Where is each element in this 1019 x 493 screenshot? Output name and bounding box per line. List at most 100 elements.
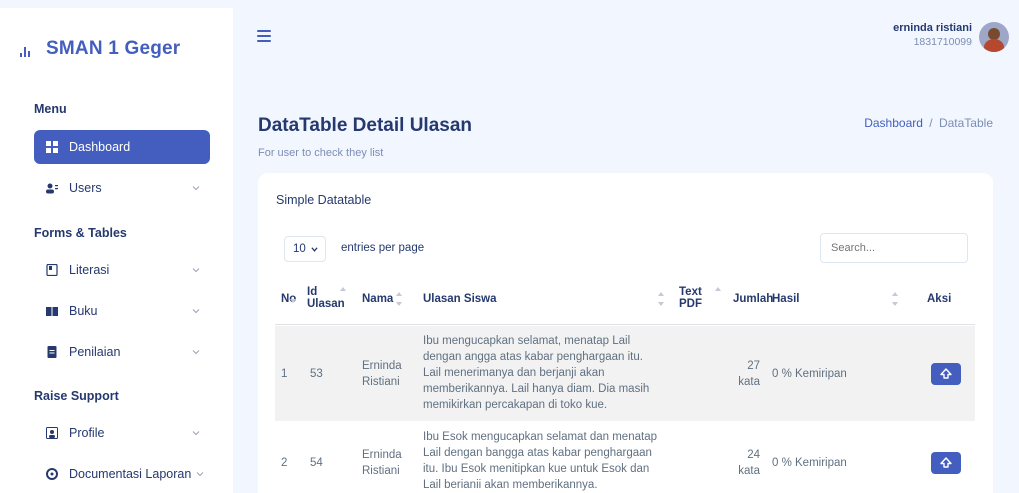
grid-icon [46,141,58,153]
cell-hasil: 0 % Kemiripan [772,368,847,380]
chevron-down-icon [196,467,204,477]
cell-ulasan: Ibu mengucapkan selamat, menatap Lail de… [423,333,683,413]
sidebar-item-label: Literasi [69,263,110,277]
sidebar-item-dashboard[interactable]: Dashboard [34,130,210,164]
header-line: PDF [679,298,702,310]
cell-no: 2 [281,457,288,469]
column-header-nama[interactable]: Nama [362,293,393,305]
book-icon [46,305,58,317]
cell-line: 24 [747,449,760,461]
cell-jumlah: 27 kata [730,358,760,390]
per-page-value: 10 [293,243,306,255]
entries-per-page-select[interactable]: 10 [284,236,326,262]
user-info[interactable]: erninda ristiani 1831710099 [893,22,972,48]
cell-ulasan: Ibu Esok mengucapkan selamat dan menatap… [423,429,683,493]
upload-button[interactable] [931,363,961,385]
breadcrumb-dashboard-link[interactable]: Dashboard [864,116,923,130]
main-content: erninda ristiani 1831710099 DataTable De… [233,8,1019,493]
upload-icon [940,368,952,379]
page-subtitle: For user to check they list [258,147,384,159]
cell-id: 54 [310,457,323,469]
chevron-down-icon [192,263,200,273]
column-header-hasil[interactable]: Hasil [772,293,800,305]
table-header: No Id Ulasan Nama Ulasan Siswa Text PDF … [275,273,975,325]
sidebar-item-label: Documentasi Laporan [69,467,192,481]
sort-icon [396,292,402,306]
file-icon [46,346,58,358]
cell-id: 53 [310,368,323,380]
cell-line: Lail menerimanya dan berjanji akan [423,367,605,379]
table-row: 2 54 Erninda Ristiani Ibu Esok mengucapk… [275,421,975,493]
cell-line: kata [738,465,760,477]
cell-line: memikirkan percakapan di toko kue. [423,399,608,411]
cell-nama: Erninda Ristiani [362,358,402,390]
sidebar-item-label: Users [69,181,102,195]
header-line: Id [307,286,318,298]
forms-section-title: Forms & Tables [34,226,127,240]
chevron-down-icon [192,304,200,314]
gear-icon [46,468,58,480]
chevron-down-icon [192,345,200,355]
upload-button[interactable] [931,452,961,474]
table-row: 1 53 Erninda Ristiani Ibu mengucapkan se… [275,326,975,421]
sidebar-item-documentasi-laporan[interactable]: Documentasi Laporan [34,457,210,491]
sidebar-item-literasi[interactable]: Literasi [34,253,210,287]
sort-icon [658,292,664,306]
column-header-ulasan-siswa[interactable]: Ulasan Siswa [423,293,497,305]
sidebar-item-label: Dashboard [69,140,131,154]
menu-section-title: Menu [34,102,67,116]
cell-line: 27 [747,360,760,372]
cell-line: Ristiani [362,376,400,388]
book-open-icon [46,263,58,277]
bar-chart-icon [20,47,32,57]
sort-icon [715,287,721,301]
sidebar-item-label: Penilaian [69,345,121,359]
brand-name: SMAN 1 Geger [46,38,181,59]
sidebar-item-users[interactable]: Users [34,171,210,205]
sort-icon [340,287,346,301]
cell-line: Lail dengan bangga atas kabar penghargaa… [423,447,652,459]
chevron-down-icon [311,247,318,252]
breadcrumb-current: DataTable [938,116,993,130]
column-header-aksi[interactable]: Aksi [927,293,951,305]
sort-icon [290,289,296,303]
user-id: 1831710099 [913,36,972,48]
sidebar-item-buku[interactable]: Buku [34,294,210,328]
breadcrumb-separator: / [929,116,933,130]
cell-line: kata [738,376,760,388]
search-input[interactable] [820,233,968,263]
user-name: erninda ristiani [893,22,972,34]
upload-icon [940,457,952,468]
cell-line: Erninda [362,360,402,372]
cell-line: Erninda [362,449,402,461]
sort-icon [892,292,898,306]
sidebar-item-label: Profile [69,426,105,440]
sidebar: SMAN 1 Geger Menu Dashboard Users Forms … [0,8,233,493]
column-header-jumlah[interactable]: Jumlah [733,293,773,305]
menu-toggle-icon[interactable] [257,30,271,42]
avatar[interactable] [979,22,1009,52]
cell-jumlah: 24 kata [730,447,760,479]
datatable-card: Simple Datatable 10 entries per page No … [258,173,993,493]
cell-line: dengan angga atas kabar penghargaan itu. [423,351,643,363]
profile-icon [46,427,58,439]
sidebar-item-profile[interactable]: Profile [34,416,210,450]
cell-line: Lail berianii akan memberikannya. [423,479,598,491]
page-title: DataTable Detail Ulasan [258,115,473,136]
brand[interactable]: SMAN 1 Geger [20,38,181,60]
cell-no: 1 [281,368,288,380]
sidebar-item-penilaian[interactable]: Penilaian [34,335,210,369]
users-icon [46,182,58,194]
cell-line: Ibu Esok mengucapkan selamat dan menatap [423,431,657,443]
column-header-text-pdf[interactable]: Text PDF [679,286,702,310]
cell-line: itu. Ibu Esok menitipkan kue untuk Esok … [423,463,650,475]
cell-line: Ibu mengucapkan selamat, menatap Lail [423,335,631,347]
sidebar-item-label: Buku [69,304,98,318]
chevron-down-icon [192,181,200,191]
breadcrumb: Dashboard / DataTable [864,116,993,130]
card-title: Simple Datatable [276,193,372,207]
entries-per-page-label: entries per page [341,242,425,254]
header-line: Text [679,286,702,298]
cell-line: Ristiani [362,465,400,477]
cell-nama: Erninda Ristiani [362,447,402,479]
